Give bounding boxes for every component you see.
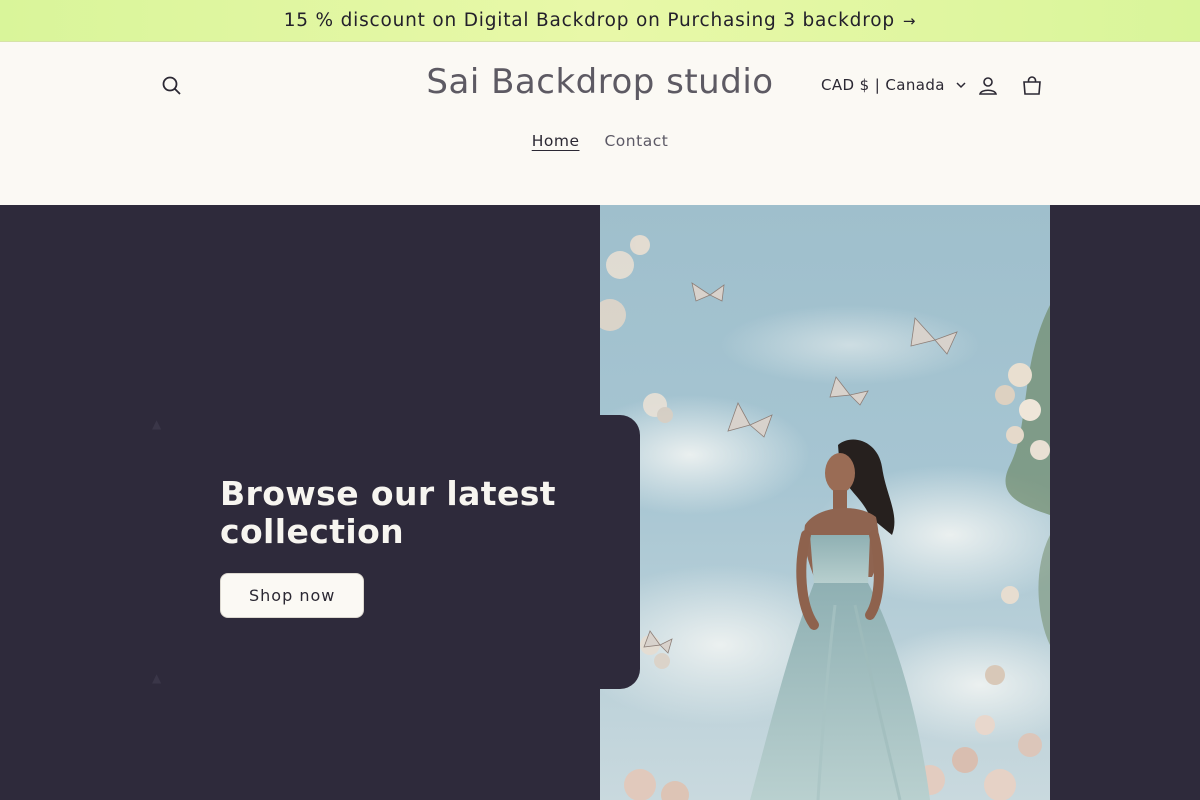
hero-content: Browse our latest collection Shop now	[220, 475, 580, 618]
account-icon	[979, 77, 997, 95]
bride-photo	[600, 205, 1050, 800]
currency-selector[interactable]: CAD $ | Canada	[821, 74, 967, 96]
hero-title: Browse our latest collection	[220, 474, 556, 551]
announcement-text: 15 % discount on Digital Backdrop on Pur…	[283, 10, 895, 31]
arrow-right-icon: →	[902, 11, 917, 30]
hero-banner: ▲ ▲ Browse our latest collection Shop no…	[0, 205, 1200, 800]
shop-now-button[interactable]: Shop now	[220, 573, 365, 618]
hero-image	[600, 205, 1050, 800]
cart-icon	[1023, 76, 1041, 95]
nav-item-home[interactable]: Home	[532, 132, 580, 150]
decorative-mark: ▲	[152, 417, 162, 431]
cart-button[interactable]	[1020, 74, 1044, 98]
announcement-bar[interactable]: 15 % discount on Digital Backdrop on Pur…	[0, 0, 1200, 42]
decorative-mark: ▲	[152, 671, 162, 685]
main-nav: Home Contact	[0, 132, 1200, 150]
site-header: Sai Backdrop studio CAD $ | Canada Home …	[0, 42, 1200, 205]
chevron-down-icon	[956, 82, 966, 89]
nav-item-contact[interactable]: Contact	[604, 132, 668, 150]
account-button[interactable]	[976, 74, 1000, 98]
currency-label: CAD $ | Canada	[821, 76, 945, 94]
